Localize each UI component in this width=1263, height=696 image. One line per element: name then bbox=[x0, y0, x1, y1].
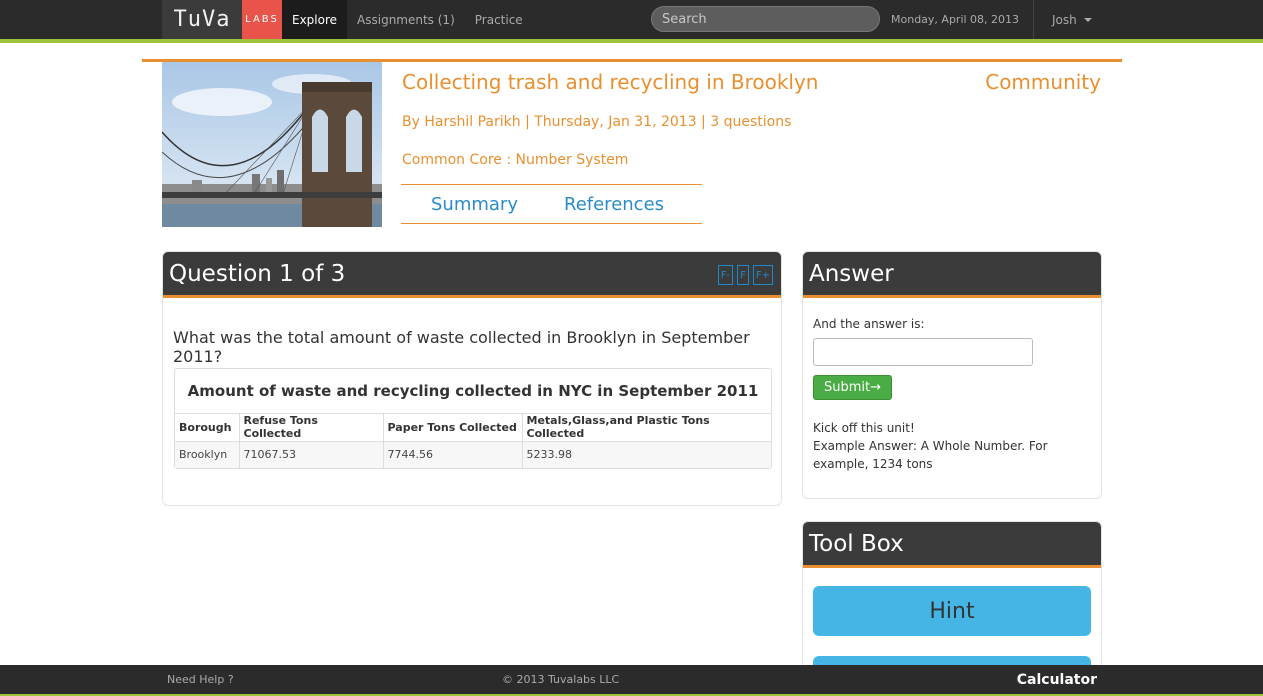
labs-badge: LABS bbox=[242, 0, 282, 39]
table-header-row: Borough Refuse Tons Collected Paper Tons… bbox=[175, 414, 771, 442]
user-menu[interactable]: Josh bbox=[1052, 0, 1092, 39]
unit-tabs: Summary References bbox=[401, 184, 702, 224]
answer-panel: Answer And the answer is: Submit→ Kick o… bbox=[802, 251, 1102, 499]
community-link[interactable]: Community bbox=[985, 70, 1101, 94]
footer-bar: Need Help ? © 2013 Tuvalabs LLC Calculat… bbox=[0, 665, 1263, 696]
table-cell: 71067.53 bbox=[239, 441, 384, 468]
chevron-down-icon bbox=[1083, 17, 1092, 22]
answer-note-line: Kick off this unit! bbox=[813, 421, 915, 435]
font-size-controls: F- F F+ bbox=[717, 265, 773, 285]
column-header: Paper Tons Collected bbox=[383, 414, 523, 442]
nav-assignments[interactable]: Assignments (1) bbox=[347, 0, 465, 39]
brand-logo[interactable]: TuVa bbox=[162, 0, 242, 39]
font-reset-button[interactable]: F bbox=[737, 265, 749, 285]
current-date: Monday, April 08, 2013 bbox=[891, 13, 1020, 26]
table-cell: Brooklyn bbox=[175, 441, 240, 468]
search-input[interactable] bbox=[651, 6, 880, 32]
column-header: Refuse Tons Collected bbox=[239, 414, 384, 442]
table-row: Brooklyn 71067.53 7744.56 5233.98 bbox=[175, 441, 771, 468]
answer-label: And the answer is: bbox=[813, 317, 925, 331]
need-help-link[interactable]: Need Help ? bbox=[167, 665, 234, 694]
answer-input[interactable] bbox=[813, 338, 1033, 366]
unit-meta: By Harshil Parikh | Thursday, Jan 31, 20… bbox=[402, 114, 792, 130]
common-core-standard: Common Core : Number System bbox=[402, 152, 629, 168]
answer-title: Answer bbox=[809, 260, 894, 287]
font-decrease-button[interactable]: F- bbox=[717, 265, 734, 285]
waste-data-table: Amount of waste and recycling collected … bbox=[174, 368, 772, 469]
column-header: Metals,Glass,and Plastic Tons Collected bbox=[522, 414, 771, 442]
nav-divider bbox=[1033, 0, 1034, 39]
table-cell: 7744.56 bbox=[383, 441, 523, 468]
nav-explore[interactable]: Explore bbox=[282, 0, 348, 39]
toolbox-header: Tool Box bbox=[803, 522, 1101, 568]
table-cell: 5233.98 bbox=[522, 441, 771, 468]
example-answer: Example Answer: A Whole Number. For exam… bbox=[813, 439, 1048, 471]
question-panel: Question 1 of 3 F- F F+ What was the tot… bbox=[162, 251, 782, 506]
answer-header: Answer bbox=[803, 252, 1101, 298]
submit-button[interactable]: Submit→ bbox=[813, 375, 892, 400]
question-counter: Question 1 of 3 bbox=[169, 260, 346, 287]
user-name: Josh bbox=[1052, 12, 1077, 27]
top-navbar: TuVa LABS Explore Assignments (1) Practi… bbox=[0, 0, 1263, 39]
table-title: Amount of waste and recycling collected … bbox=[175, 369, 771, 414]
question-text: What was the total amount of waste colle… bbox=[173, 328, 750, 366]
calculator-button[interactable]: Calculator bbox=[1017, 665, 1097, 694]
tab-references[interactable]: References bbox=[564, 194, 664, 215]
tab-summary[interactable]: Summary bbox=[431, 194, 518, 215]
copyright-text: © 2013 Tuvalabs LLC bbox=[502, 673, 620, 686]
font-increase-button[interactable]: F+ bbox=[752, 265, 773, 285]
answer-instructions: Kick off this unit! Example Answer: A Wh… bbox=[813, 419, 1053, 473]
navbar-accent-bar bbox=[0, 39, 1263, 43]
nav-practice[interactable]: Practice bbox=[465, 0, 533, 39]
unit-image-brooklyn-bridge bbox=[162, 62, 382, 227]
hint-button[interactable]: Hint bbox=[813, 586, 1091, 636]
toolbox-title: Tool Box bbox=[809, 530, 904, 557]
column-header: Borough bbox=[175, 414, 240, 442]
question-header: Question 1 of 3 F- F F+ bbox=[163, 252, 781, 298]
unit-title: Collecting trash and recycling in Brookl… bbox=[402, 70, 819, 94]
